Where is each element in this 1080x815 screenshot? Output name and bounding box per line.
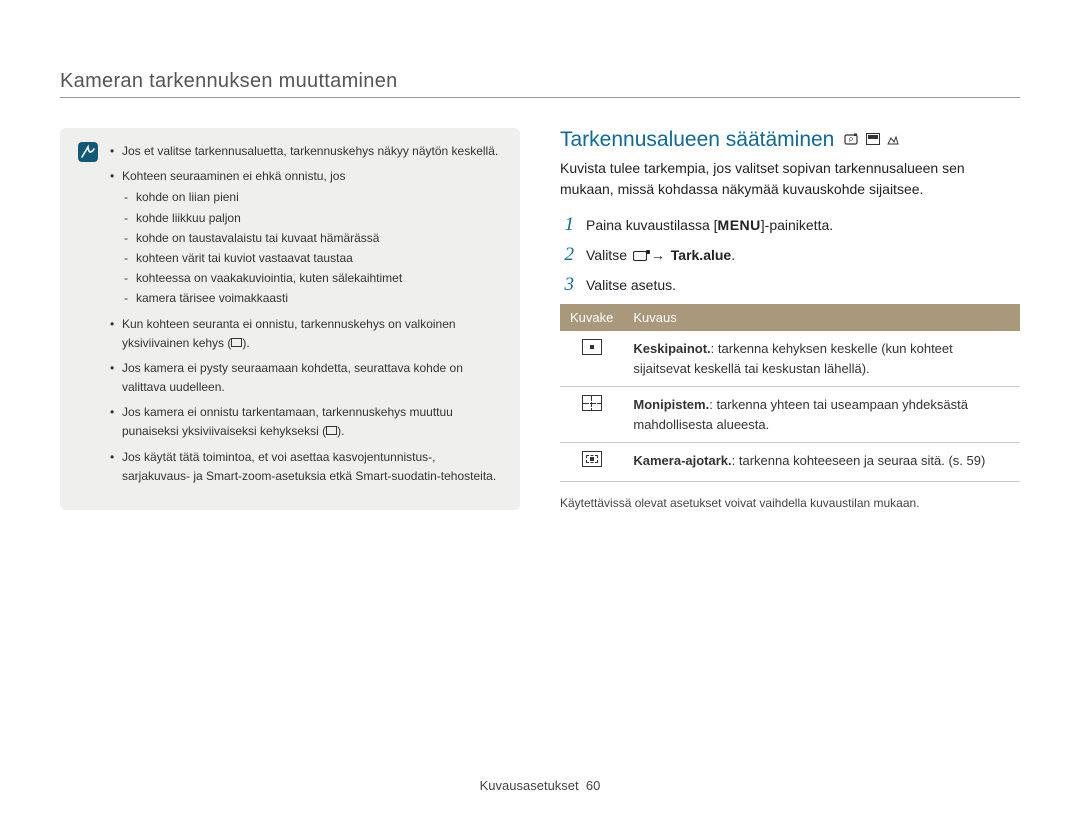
note-subitem: kohde on taustavalaistu tai kuvaat hämär…	[122, 229, 502, 248]
note-item: Kun kohteen seuranta ei onnistu, tarkenn…	[110, 315, 502, 353]
note-icon-wrap	[78, 142, 98, 492]
note-box: Jos et valitse tarkennusaluetta, tarkenn…	[60, 128, 520, 510]
left-column: Jos et valitse tarkennusaluetta, tarkenn…	[60, 128, 520, 510]
section-heading: Tarkennusalueen säätäminen P	[560, 128, 1020, 152]
focus-area-table: Kuvake Kuvaus Keskipainot.: tarkenna keh…	[560, 304, 1020, 482]
focus-center-icon	[582, 339, 602, 355]
note-subitem: kohde liikkuu paljon	[122, 209, 502, 228]
menu-glyph: MENU	[718, 217, 761, 233]
step-2: 2 Valitse → Tark.alue.	[560, 244, 1020, 266]
step-number: 1	[560, 214, 574, 236]
page-footer: Kuvausasetukset 60	[0, 778, 1080, 793]
mode-icons: P	[844, 133, 900, 148]
step-number: 3	[560, 274, 574, 296]
section-footnote: Käytettävissä olevat asetukset voivat va…	[560, 496, 1020, 510]
note-subitem: kohde on liian pieni	[122, 188, 502, 207]
right-column: Tarkennusalueen säätäminen P Kuvista tul…	[560, 128, 1020, 510]
footer-page-number: 60	[586, 778, 600, 793]
step-number: 2	[560, 244, 574, 266]
table-row: Kamera-ajotark.: tarkenna kohteeseen ja …	[560, 443, 1020, 482]
arrow-right-icon: →	[649, 247, 667, 263]
note-item: Jos et valitse tarkennusaluetta, tarkenn…	[110, 142, 502, 161]
note-subitem: kohteessa on vaakakuviointia, kuten säle…	[122, 269, 502, 288]
camera-icon	[633, 251, 647, 261]
section-intro: Kuvista tulee tarkempia, jos valitset so…	[560, 158, 1020, 200]
note-body: Jos et valitse tarkennusaluetta, tarkenn…	[110, 142, 502, 492]
frame-red-icon	[326, 426, 337, 435]
note-item: Jos käytät tätä toimintoa, et voi asetta…	[110, 448, 502, 486]
page-title: Kameran tarkennuksen muuttaminen	[60, 70, 1020, 93]
focus-tracking-icon	[582, 451, 602, 467]
step-1: 1 Paina kuvaustilassa [MENU]-painiketta.	[560, 214, 1020, 236]
table-row: Monipistem.: tarkenna yhteen tai useampa…	[560, 387, 1020, 443]
focus-multi-icon	[582, 395, 602, 411]
mode-scene-icon	[866, 133, 880, 148]
frame-white-icon	[231, 338, 242, 347]
step-3: 3 Valitse asetus.	[560, 274, 1020, 296]
note-subitem: kamera tärisee voimakkaasti	[122, 289, 502, 308]
two-column-layout: Jos et valitse tarkennusaluetta, tarkenn…	[60, 128, 1020, 510]
footer-section-name: Kuvausasetukset	[480, 778, 579, 793]
title-divider	[60, 97, 1020, 98]
table-header-icon: Kuvake	[560, 304, 623, 331]
svg-text:P: P	[849, 138, 853, 144]
note-subitem: kohteen värit tai kuviot vastaavat taust…	[122, 249, 502, 268]
mode-program-icon: P	[844, 133, 860, 148]
steps-list: 1 Paina kuvaustilassa [MENU]-painiketta.…	[560, 214, 1020, 296]
note-item: Jos kamera ei onnistu tarkentamaan, tark…	[110, 403, 502, 441]
table-header-desc: Kuvaus	[623, 304, 1020, 331]
table-row: Keskipainot.: tarkenna kehyksen keskelle…	[560, 331, 1020, 387]
note-item: Jos kamera ei pysty seuraamaan kohdetta,…	[110, 359, 502, 397]
note-icon	[78, 142, 98, 162]
mode-dual-icon	[886, 133, 900, 148]
note-item: Kohteen seuraaminen ei ehkä onnistu, jos…	[110, 167, 502, 308]
